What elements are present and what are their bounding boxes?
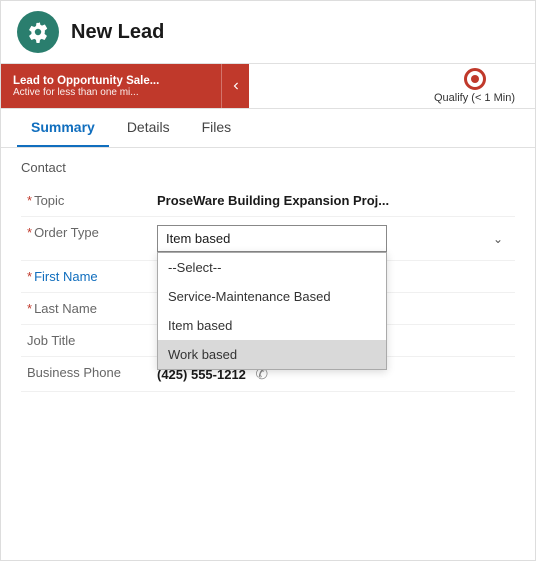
field-topic: *Topic ProseWare Building Expansion Proj… [21,185,515,217]
lead-avatar [17,11,59,53]
process-chevron-button[interactable] [221,64,249,108]
field-order-type: *Order Type Item based ⌄ --Select-- Serv… [21,217,515,261]
chevron-left-icon [229,79,243,93]
process-bar: Lead to Opportunity Sale... Active for l… [1,64,535,109]
chevron-down-icon: ⌄ [493,232,503,246]
tab-files[interactable]: Files [188,109,246,147]
required-star-last: * [27,301,32,316]
process-stage-sub: Active for less than one mi... [13,87,209,98]
dropdown-option-work[interactable]: Work based [158,340,386,369]
label-job-title: Job Title [21,325,151,357]
order-type-dropdown[interactable]: Item based ⌄ [157,225,387,252]
label-topic: *Topic [21,185,151,217]
label-last-name: *Last Name [21,293,151,325]
label-business-phone: Business Phone [21,357,151,392]
dropdown-option-service[interactable]: Service-Maintenance Based [158,282,386,311]
tabs-bar: Summary Details Files [1,109,535,148]
qualify-circle-icon [464,68,486,90]
order-type-dropdown-wrapper: Item based ⌄ --Select-- Service-Maintena… [157,225,509,252]
qualify-label: Qualify (< 1 Min) [434,92,515,104]
header: New Lead [1,1,535,64]
contact-form: *Topic ProseWare Building Expansion Proj… [21,185,515,392]
tab-details[interactable]: Details [113,109,184,147]
dropdown-option-select[interactable]: --Select-- [158,253,386,282]
page-title: New Lead [71,21,164,44]
process-spacer [249,64,414,108]
section-label: Contact [21,160,515,175]
required-star-topic: * [27,193,32,208]
lead-icon [27,21,49,43]
required-star-order: * [27,225,32,240]
required-star-first: * [27,269,32,284]
process-stage: Lead to Opportunity Sale... Active for l… [1,64,221,108]
label-first-name: *First Name [21,261,151,293]
dropdown-menu: --Select-- Service-Maintenance Based Ite… [157,252,387,370]
value-order-type: Item based ⌄ --Select-- Service-Maintena… [151,217,515,261]
qualify-area: Qualify (< 1 Min) [414,64,535,108]
main-content: Contact *Topic ProseWare Building Expans… [1,148,535,560]
process-stage-title: Lead to Opportunity Sale... [13,75,209,87]
dropdown-selected-value: Item based [166,231,230,246]
topic-value: ProseWare Building Expansion Proj... [157,193,389,208]
value-topic: ProseWare Building Expansion Proj... [151,185,515,217]
tab-summary[interactable]: Summary [17,109,109,147]
label-order-type: *Order Type [21,217,151,261]
dropdown-option-item[interactable]: Item based [158,311,386,340]
